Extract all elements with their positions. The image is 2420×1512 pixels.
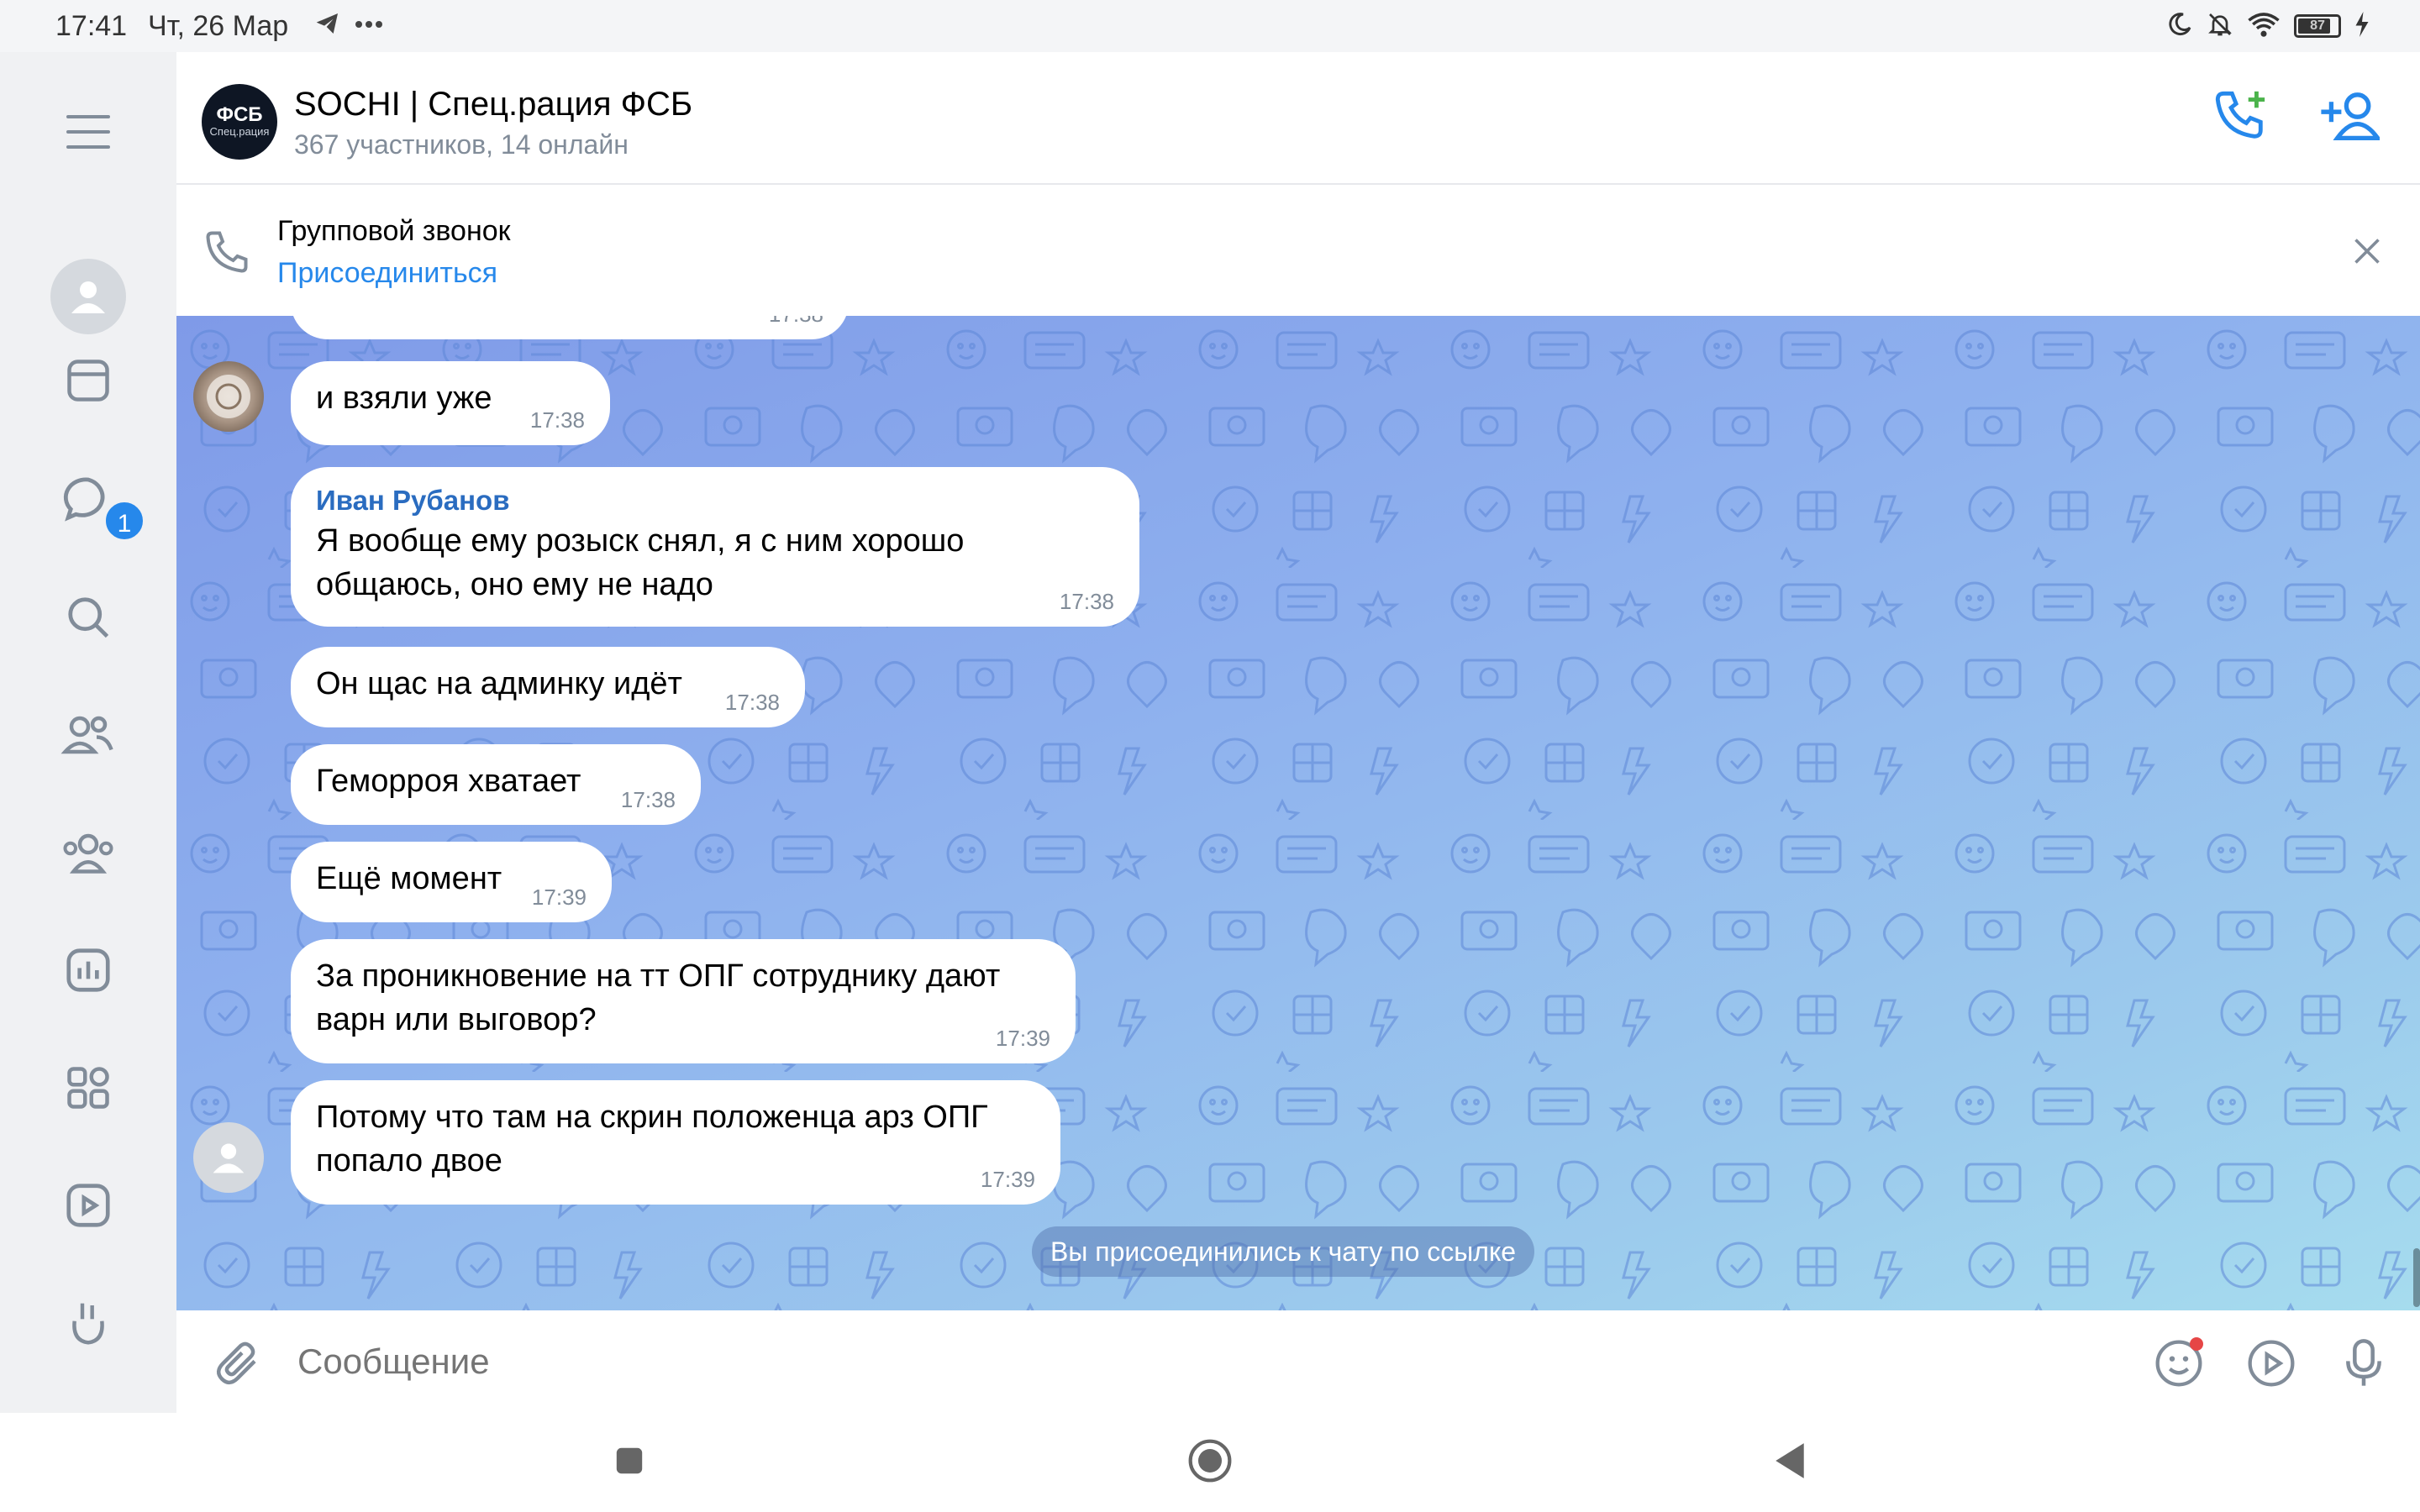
message-time: 17:38 — [529, 407, 585, 433]
communities-icon — [63, 833, 113, 874]
message-text-line: Потому что там на скрин положенца арз ОП… — [316, 1100, 988, 1135]
home-button[interactable] — [1181, 1431, 1239, 1490]
unread-badge: 1 — [103, 499, 146, 543]
video-message-button[interactable] — [2242, 1334, 2301, 1393]
message-time: 17:39 — [980, 1167, 1035, 1192]
message-text-line: Я вообще ему розыск снял, я с ним хорошо — [316, 523, 965, 559]
sidebar: 1 — [0, 52, 176, 1413]
add-user-icon — [2321, 92, 2380, 141]
menu-button[interactable] — [50, 94, 126, 170]
message-bubble[interactable]: Ещё момент 17:39 — [291, 842, 612, 922]
service-message: Вы присоединились к чату по ссылке — [1032, 1226, 1535, 1277]
message-text-line: попало двое — [316, 1143, 502, 1179]
user-silhouette-icon — [71, 281, 105, 313]
message-bubble[interactable]: 17:38 — [291, 316, 849, 339]
message-text-line: варн или выговор? — [316, 1002, 597, 1037]
chat-header: ФСБ Спец.рация SOCHI | Спец.рация ФСБ 36… — [176, 52, 2420, 183]
sidebar-item-communities[interactable] — [50, 815, 126, 890]
sidebar-item-services[interactable] — [50, 1050, 126, 1126]
navigation-bar — [0, 1413, 2420, 1512]
scrollbar[interactable] — [2413, 1248, 2420, 1307]
sidebar-item-search[interactable] — [50, 580, 126, 655]
muted-bell-icon — [2207, 11, 2233, 42]
message-composer — [176, 1310, 2420, 1413]
paperclip-icon — [216, 1341, 256, 1385]
friends-icon — [60, 716, 113, 754]
chat-avatar-logo-subtext: Спец.рация — [209, 125, 270, 138]
sidebar-item-stats[interactable] — [50, 932, 126, 1008]
charging-icon — [2354, 11, 2370, 41]
sidebar-item-video[interactable] — [50, 1168, 126, 1243]
message-bubble[interactable]: Иван Рубанов Я вообще ему розыск снял, я… — [291, 467, 1139, 627]
recents-button[interactable] — [600, 1431, 659, 1490]
message-bubble[interactable]: За проникновение на тт ОПГ сотруднику да… — [291, 939, 1076, 1063]
services-icon — [67, 1067, 109, 1109]
search-icon — [68, 597, 109, 638]
message-bubble[interactable]: Геморроя хватает 17:38 — [291, 744, 701, 825]
sidebar-item-clips[interactable] — [50, 1285, 126, 1361]
wifi-icon — [2247, 11, 2281, 42]
chat-history[interactable]: 17:38 и взяли уже 17:38 Иван Рубанов Я в… — [176, 316, 2420, 1310]
start-call-button[interactable] — [2207, 82, 2274, 150]
close-icon — [2354, 239, 2380, 264]
group-call-banner: Групповой звонок Присоединиться — [176, 183, 2420, 318]
message-time: 17:38 — [769, 316, 823, 328]
message-time: 17:38 — [1059, 589, 1114, 614]
new-stickers-dot — [2190, 1337, 2203, 1351]
battery-level: 87 — [2310, 18, 2325, 33]
battery-indicator: 87 — [2294, 14, 2341, 38]
play-circle-icon — [2248, 1340, 2295, 1387]
chat-avatar-logo-text: ФСБ — [216, 103, 263, 126]
sidebar-item-calendar[interactable] — [50, 343, 126, 418]
video-icon — [66, 1184, 110, 1227]
more-notifications-icon — [355, 18, 383, 33]
profile-avatar[interactable] — [50, 259, 126, 334]
message-text-line: общаюсь, оно ему не надо — [316, 567, 713, 602]
chat-member-count: 367 участников, 14 онлайн — [294, 129, 629, 160]
add-member-button[interactable] — [2316, 82, 2383, 150]
chat-avatar[interactable]: ФСБ Спец.рация — [202, 84, 277, 160]
phone-icon — [202, 227, 252, 277]
close-call-banner-button[interactable] — [2339, 223, 2395, 279]
sender-avatar[interactable] — [193, 361, 264, 432]
menu-icon — [66, 115, 110, 149]
message-bubble[interactable]: и взяли уже 17:38 — [291, 361, 610, 445]
phone-plus-icon — [2215, 91, 2265, 139]
chat-title[interactable]: SOCHI | Спец.рация ФСБ — [294, 86, 692, 123]
user-silhouette-icon — [213, 1143, 245, 1173]
status-bar: 17:41 Чт, 26 Мар 87 — [0, 0, 2420, 52]
home-circle-icon — [1188, 1439, 1232, 1483]
attach-button[interactable] — [208, 1334, 267, 1393]
status-date: Чт, 26 Мар — [148, 10, 289, 42]
sidebar-item-friends[interactable] — [50, 697, 126, 773]
message-sender-name[interactable]: Иван Рубанов — [316, 482, 1114, 519]
join-call-link[interactable]: Присоединиться — [277, 257, 497, 290]
message-time: 17:39 — [995, 1026, 1050, 1051]
message-time: 17:39 — [531, 885, 587, 910]
voice-message-button[interactable] — [2334, 1334, 2393, 1393]
user-photo-icon — [207, 375, 250, 418]
do-not-disturb-moon-icon — [2166, 11, 2193, 42]
back-triangle-icon — [1776, 1443, 1804, 1478]
stats-icon — [66, 948, 110, 992]
message-text-line: За проникновение на тт ОПГ сотруднику да… — [316, 958, 1001, 994]
back-button[interactable] — [1760, 1431, 1819, 1490]
emoji-button[interactable] — [2149, 1334, 2208, 1393]
group-call-title: Групповой звонок — [277, 215, 511, 247]
message-time: 17:38 — [620, 787, 676, 812]
clips-icon — [72, 1303, 104, 1345]
message-bubble[interactable]: Потому что там на скрин положенца арз ОП… — [291, 1080, 1060, 1205]
sender-avatar[interactable] — [193, 1122, 264, 1193]
message-input[interactable] — [296, 1341, 2190, 1383]
message-bubble[interactable]: Он щас на админку идёт 17:38 — [291, 647, 805, 727]
message-time: 17:38 — [724, 690, 780, 715]
telegram-icon — [313, 10, 343, 41]
status-time: 17:41 — [55, 10, 128, 42]
recents-square-icon — [616, 1447, 643, 1474]
calendar-icon — [67, 360, 109, 402]
microphone-icon — [2346, 1339, 2381, 1386]
message-text: Он щас на админку идёт — [316, 666, 682, 701]
